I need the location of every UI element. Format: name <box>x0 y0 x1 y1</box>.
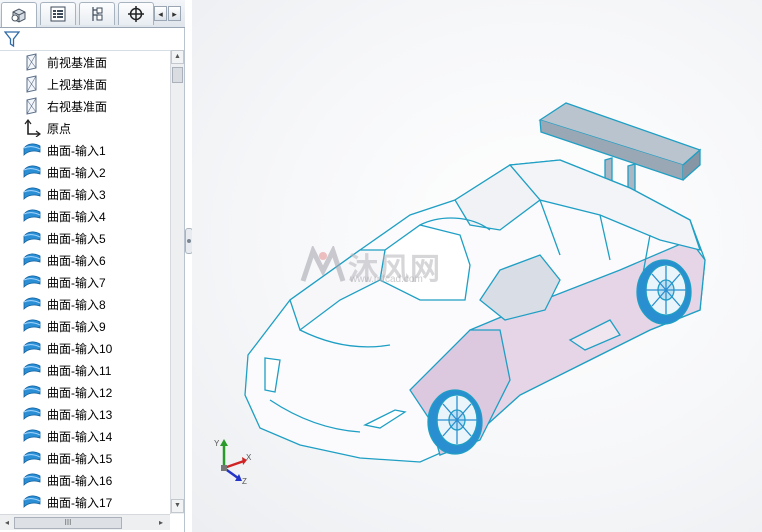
triad-x-label: X <box>246 453 252 462</box>
tree-item[interactable]: 曲面-输入5 <box>0 227 170 249</box>
surface-icon <box>22 185 42 203</box>
rear-wheel <box>636 259 692 325</box>
surface-icon <box>22 493 42 511</box>
tree-item-label: 曲面-输入10 <box>47 342 113 356</box>
watermark-logo-icon <box>300 246 346 282</box>
tab-scroll-right-button[interactable]: ▸ <box>168 6 181 21</box>
surface-icon <box>22 273 42 291</box>
tree-item-label: 曲面-输入13 <box>47 408 113 422</box>
triad-z-label: Z <box>242 477 247 486</box>
tree-item-label: 曲面-输入14 <box>47 430 113 444</box>
surface-icon <box>22 339 42 357</box>
crosshair-icon <box>128 6 144 22</box>
filter-icon[interactable] <box>4 30 20 48</box>
scroll-up-button[interactable]: ▲ <box>171 50 184 64</box>
surface-icon <box>22 449 42 467</box>
tree-item[interactable]: 曲面-输入7 <box>0 271 170 293</box>
tree-item-label: 曲面-输入5 <box>47 232 106 246</box>
plane-icon <box>22 75 42 93</box>
tree-item-label: 曲面-输入2 <box>47 166 106 180</box>
property-list-icon <box>50 6 66 22</box>
tree-item-label: 曲面-输入3 <box>47 188 106 202</box>
tree-horizontal-scrollbar[interactable]: ◂ III ▸ <box>0 514 170 530</box>
surface-icon <box>22 295 42 313</box>
property-manager-tab[interactable] <box>40 2 76 25</box>
surface-icon <box>22 141 42 159</box>
scroll-thumb[interactable] <box>172 67 183 83</box>
plane-icon <box>22 97 42 115</box>
tree-item[interactable]: 前视基准面 <box>0 51 170 73</box>
tree-item[interactable]: 曲面-输入15 <box>0 447 170 469</box>
tree-item[interactable]: 曲面-输入6 <box>0 249 170 271</box>
surface-icon <box>22 207 42 225</box>
tree-item-label: 上视基准面 <box>47 78 108 92</box>
surface-icon <box>22 163 42 181</box>
tree-item[interactable]: 曲面-输入4 <box>0 205 170 227</box>
reference-triad: Y X Z <box>214 439 252 486</box>
tree-item[interactable]: 曲面-输入3 <box>0 183 170 205</box>
tree-item[interactable]: 曲面-输入8 <box>0 293 170 315</box>
tree-item[interactable]: 曲面-输入10 <box>0 337 170 359</box>
tree-item-label: 曲面-输入17 <box>47 496 113 510</box>
tree-item-label: 曲面-输入7 <box>47 276 106 290</box>
tree-item[interactable]: 曲面-输入1 <box>0 139 170 161</box>
tree-item[interactable]: 原点 <box>0 117 170 139</box>
tree-item-label: 曲面-输入8 <box>47 298 106 312</box>
watermark-url: www.mfcad.com <box>350 274 423 285</box>
tree-filter-bar <box>0 27 183 51</box>
surface-icon <box>22 383 42 401</box>
tree-item[interactable]: 曲面-输入17 <box>0 491 170 513</box>
surface-icon <box>22 427 42 445</box>
triad-y-label: Y <box>214 439 220 448</box>
dimxpert-tab[interactable] <box>118 2 154 25</box>
feature-manager-tab[interactable] <box>1 2 37 27</box>
feature-manager-panel: ◂ ▸ 前视基准面上视基准面右视基准面原点曲面-输入1 曲面-输入2 曲面-输入3 曲… <box>0 0 185 532</box>
graphics-area[interactable]: 沐风网 www.mfcad.com Y X Z <box>192 0 762 532</box>
tree-item-label: 曲面-输入12 <box>47 386 113 400</box>
feature-tree-icon <box>11 8 26 23</box>
tree-vertical-scrollbar[interactable]: ▲ ▼ <box>170 50 184 514</box>
tree-item-label: 曲面-输入1 <box>47 144 106 158</box>
surface-icon <box>22 317 42 335</box>
scroll-right-button[interactable]: ▸ <box>155 516 167 530</box>
plane-icon <box>22 53 42 71</box>
tree-item[interactable]: 上视基准面 <box>0 73 170 95</box>
front-wheel <box>427 389 483 455</box>
race-car-model <box>244 102 706 463</box>
feature-tree: 前视基准面上视基准面右视基准面原点曲面-输入1 曲面-输入2 曲面-输入3 曲面-输入… <box>0 50 170 514</box>
tree-item-label: 右视基准面 <box>47 100 108 114</box>
tree-item[interactable]: 曲面-输入12 <box>0 381 170 403</box>
tree-item[interactable]: 曲面-输入11 <box>0 359 170 381</box>
tree-item[interactable]: 曲面-输入16 <box>0 469 170 491</box>
origin-icon <box>22 119 42 138</box>
surface-icon <box>22 251 42 269</box>
manager-tabs: ◂ ▸ <box>0 0 185 28</box>
tab-scroll-left-button[interactable]: ◂ <box>154 6 167 21</box>
configuration-manager-tab[interactable] <box>79 2 115 25</box>
tree-item-label: 原点 <box>47 122 72 136</box>
tree-item[interactable]: 曲面-输入13 <box>0 403 170 425</box>
surface-icon <box>22 361 42 379</box>
surface-icon <box>22 471 42 489</box>
tree-item-label: 曲面-输入11 <box>47 364 112 378</box>
scroll-down-button[interactable]: ▼ <box>171 499 184 513</box>
tree-item-label: 曲面-输入6 <box>47 254 106 268</box>
tree-item-label: 曲面-输入16 <box>47 474 113 488</box>
horizontal-scroll-thumb[interactable]: III <box>14 517 122 529</box>
watermark: 沐风网 www.mfcad.com <box>298 244 441 288</box>
surface-icon <box>22 229 42 247</box>
tree-item-label: 前视基准面 <box>47 56 108 70</box>
tree-item-label: 曲面-输入4 <box>47 210 106 224</box>
configuration-icon <box>92 7 103 21</box>
scroll-left-button[interactable]: ◂ <box>1 516 13 530</box>
tree-item-label: 曲面-输入15 <box>47 452 113 466</box>
tree-item[interactable]: 曲面-输入2 <box>0 161 170 183</box>
tree-item[interactable]: 右视基准面 <box>0 95 170 117</box>
tree-item[interactable]: 曲面-输入14 <box>0 425 170 447</box>
tree-item-label: 曲面-输入9 <box>47 320 106 334</box>
surface-icon <box>22 405 42 423</box>
tree-item[interactable]: 曲面-输入9 <box>0 315 170 337</box>
